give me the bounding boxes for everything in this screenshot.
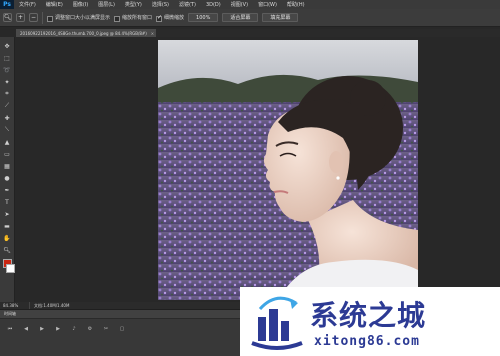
audio-icon[interactable]: ♪	[70, 325, 78, 332]
document-size[interactable]: 文档:1.40M/1.40M	[30, 303, 69, 309]
menu-view[interactable]: 视图(V)	[226, 1, 253, 8]
move-tool-icon[interactable]: ✥	[2, 41, 13, 51]
app-logo: Ps	[0, 0, 14, 9]
zoom-tool-icon[interactable]: 🔍︎	[3, 13, 12, 22]
document-tab-bar: 20160922192016_4S8Ge.thumb.700_0.jpeg @ …	[16, 29, 500, 37]
city-logo-icon	[251, 296, 303, 350]
watermark-title: 系统之城	[310, 299, 427, 332]
zoom-all-windows-checkbox[interactable]: 缩放所有窗口	[114, 14, 153, 22]
checkbox-checked-icon	[156, 14, 162, 22]
split-icon[interactable]: ✂	[102, 325, 110, 332]
lasso-tool-icon[interactable]: ➰	[2, 65, 13, 75]
eraser-tool-icon[interactable]: ▭	[2, 149, 13, 159]
menu-select[interactable]: 选择(S)	[147, 1, 174, 8]
background-color-swatch[interactable]	[5, 264, 15, 273]
zoom-tool-icon[interactable]: 🔍︎	[2, 245, 13, 255]
menu-bar: Ps 文件(F) 编辑(E) 图像(I) 图层(L) 类型(Y) 选择(S) 滤…	[0, 0, 500, 9]
canvas-area[interactable]	[16, 37, 500, 302]
eyedropper-tool-icon[interactable]: ⟋	[2, 101, 13, 111]
options-bar: 🔍︎ + − 调整窗口大小以满屏显示 缩放所有窗口 细微缩放 100% 适合屏幕…	[0, 9, 500, 27]
zoom-in-icon[interactable]: +	[16, 13, 25, 22]
fill-screen-button[interactable]: 填充屏幕	[262, 13, 299, 22]
path-selection-tool-icon[interactable]: ➤	[2, 209, 13, 219]
menu-3d[interactable]: 3D(D)	[201, 2, 226, 8]
gradient-tool-icon[interactable]: ▦	[2, 161, 13, 171]
photo-canvas[interactable]	[158, 40, 418, 300]
menu-type[interactable]: 类型(Y)	[120, 1, 147, 8]
close-tab-icon[interactable]: ×	[151, 31, 154, 36]
pen-tool-icon[interactable]: ✒	[2, 185, 13, 195]
portrait-photo	[158, 40, 418, 300]
first-frame-icon[interactable]: ⏮	[6, 325, 14, 332]
zoom-all-windows-label: 缩放所有窗口	[122, 15, 153, 21]
checkbox-icon	[47, 15, 53, 22]
menu-image[interactable]: 图像(I)	[68, 1, 93, 8]
checkbox-icon	[114, 15, 121, 22]
document-tab[interactable]: 20160922192016_4S8Ge.thumb.700_0.jpeg @ …	[16, 29, 156, 37]
zoom-level[interactable]: 84.38%	[0, 302, 30, 309]
healing-brush-tool-icon[interactable]: ✚	[2, 113, 13, 123]
fit-screen-button[interactable]: 适合屏幕	[222, 13, 259, 22]
dodge-tool-icon[interactable]: ●	[2, 173, 13, 183]
resize-windows-label: 调整窗口大小以满屏显示	[55, 15, 111, 21]
zoom-100-button[interactable]: 100%	[188, 13, 219, 22]
marquee-tool-icon[interactable]: ⬚	[2, 53, 13, 63]
shape-tool-icon[interactable]: ▬	[2, 221, 13, 231]
previous-frame-icon[interactable]: ◀	[22, 325, 30, 332]
menu-filter[interactable]: 滤镜(T)	[174, 1, 201, 8]
document-tab-title: 20160922192016_4S8Ge.thumb.700_0.jpeg @ …	[20, 30, 147, 36]
menu-help[interactable]: 帮助(H)	[282, 1, 310, 8]
watermark-url: xitong86.com	[314, 334, 420, 349]
brush-tool-icon[interactable]: ⟍	[2, 125, 13, 135]
menu-edit[interactable]: 编辑(E)	[41, 1, 68, 8]
settings-icon[interactable]: ⚙	[86, 325, 94, 332]
photoshop-window: Ps 文件(F) 编辑(E) 图像(I) 图层(L) 类型(Y) 选择(S) 滤…	[0, 0, 500, 356]
scrubby-zoom-checkbox[interactable]: 细微缩放	[156, 14, 185, 22]
scrubby-zoom-label: 细微缩放	[164, 15, 185, 21]
stamp-tool-icon[interactable]: ▲	[2, 137, 13, 147]
transition-icon[interactable]: ▢	[118, 325, 126, 332]
menu-layer[interactable]: 图层(L)	[93, 1, 120, 8]
zoom-out-icon[interactable]: −	[29, 13, 38, 22]
crop-tool-icon[interactable]: ⌗	[2, 89, 13, 99]
watermark-logo: 系统之城 xitong86.com	[240, 287, 500, 356]
hand-tool-icon[interactable]: ✋	[2, 233, 13, 243]
play-icon[interactable]: ▶	[38, 325, 46, 332]
menu-file[interactable]: 文件(F)	[14, 1, 41, 8]
divider	[42, 11, 43, 24]
timeline-title: 时间轴	[4, 311, 16, 316]
next-frame-icon[interactable]: ▶	[54, 325, 62, 332]
magic-wand-tool-icon[interactable]: ✦	[2, 77, 13, 87]
menu-window[interactable]: 窗口(W)	[253, 1, 282, 8]
type-tool-icon[interactable]: T	[2, 197, 13, 207]
tools-panel: ✥ ⬚ ➰ ✦ ⌗ ⟋ ✚ ⟍ ▲ ▭ ▦ ● ✒ T ➤ ▬ ✋ 🔍︎	[0, 37, 15, 305]
resize-windows-checkbox[interactable]: 调整窗口大小以满屏显示	[47, 14, 111, 22]
